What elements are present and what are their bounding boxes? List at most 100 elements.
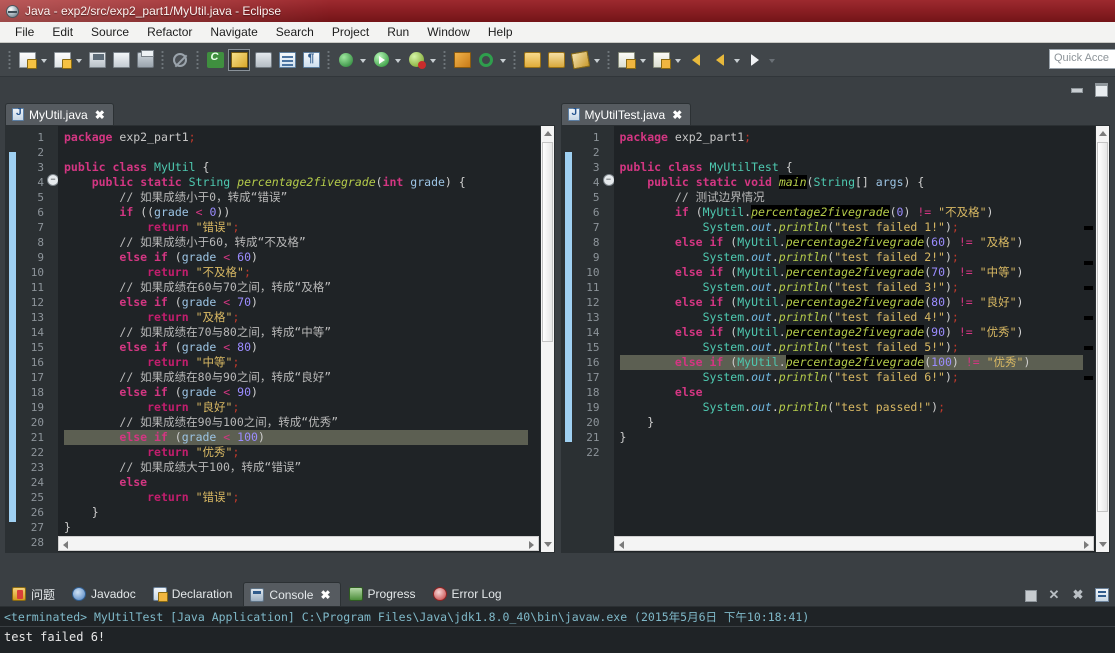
code-line[interactable]: return "中等"; — [64, 355, 528, 370]
fold-toggle[interactable] — [602, 174, 615, 190]
code-line[interactable]: // 如果成绩在90与100之间，转成“优秀” — [64, 415, 528, 430]
overview-ruler-right[interactable] — [1083, 126, 1095, 552]
block-selection-button[interactable] — [276, 49, 298, 71]
coverage-dropdown[interactable] — [498, 49, 509, 71]
last-edit-dropdown[interactable] — [673, 49, 684, 71]
new-java-project-button[interactable] — [51, 49, 73, 71]
new-junit-test-button[interactable] — [451, 49, 473, 71]
menu-item-navigate[interactable]: Navigate — [201, 23, 266, 41]
tab-javadoc[interactable]: Javadoc — [66, 582, 145, 606]
code-line[interactable]: public static void main(String[] args) { — [620, 175, 1084, 190]
code-line[interactable]: else if (grade < 90) — [64, 385, 528, 400]
back-dropdown[interactable] — [732, 49, 743, 71]
save-button[interactable] — [86, 49, 108, 71]
tab-declaration[interactable]: Declaration — [147, 582, 242, 606]
code-line[interactable]: return "不及格"; — [64, 265, 528, 280]
code-line[interactable]: return "良好"; — [64, 400, 528, 415]
menu-item-edit[interactable]: Edit — [43, 23, 82, 41]
code-line[interactable]: else if (grade < 60) — [64, 250, 528, 265]
code-line[interactable]: public static String percentage2fivegrad… — [64, 175, 528, 190]
external-tools-button[interactable] — [405, 49, 427, 71]
fold-bar-right[interactable] — [602, 126, 615, 552]
console-view[interactable]: <terminated> MyUtilTest [Java Applicatio… — [0, 606, 1115, 653]
code-line[interactable]: } — [64, 505, 528, 520]
code-content-right[interactable]: package exp2_part1; public class MyUtilT… — [613, 126, 1084, 552]
quick-access-input[interactable]: Quick Acce — [1049, 49, 1115, 69]
open-task-button[interactable] — [545, 49, 567, 71]
ruler-marker[interactable] — [1084, 286, 1093, 290]
debug-dropdown[interactable] — [358, 49, 369, 71]
toolbar-grip[interactable] — [7, 49, 12, 70]
tab-progress[interactable]: Progress — [343, 582, 425, 606]
code-line[interactable]: return "及格"; — [64, 310, 528, 325]
code-line[interactable]: } — [620, 415, 1084, 430]
ruler-marker[interactable] — [1084, 261, 1093, 265]
code-line[interactable] — [64, 145, 528, 160]
code-line[interactable]: return "错误"; — [64, 490, 528, 505]
debug-button[interactable] — [335, 49, 357, 71]
back-button[interactable] — [709, 49, 731, 71]
code-line[interactable]: package exp2_part1; — [620, 130, 1084, 145]
code-line[interactable]: System.out.println("test failed 6!"); — [620, 370, 1084, 385]
show-whitespace-button[interactable] — [300, 49, 322, 71]
toolbar-grip-4[interactable] — [326, 49, 331, 70]
scroll-up-arrow-icon[interactable] — [543, 131, 552, 136]
menu-item-window[interactable]: Window — [418, 23, 479, 41]
scroll-right-arrow-icon[interactable] — [528, 541, 534, 549]
menu-item-search[interactable]: Search — [267, 23, 323, 41]
close-icon[interactable]: ✖ — [320, 588, 330, 602]
scroll-left-arrow-icon[interactable] — [618, 541, 624, 549]
toolbar-grip-5[interactable] — [442, 49, 447, 70]
scroll-up-arrow-icon[interactable] — [1099, 131, 1107, 136]
vertical-scrollbar-left[interactable] — [539, 126, 554, 552]
print-button[interactable] — [134, 49, 156, 71]
code-line[interactable]: } — [64, 520, 528, 535]
toolbar-grip-2[interactable] — [160, 49, 165, 70]
minimize-icon[interactable] — [1069, 81, 1083, 95]
code-line[interactable]: // 如果成绩在60与70之间，转成“及格” — [64, 280, 528, 295]
menu-item-help[interactable]: Help — [479, 23, 522, 41]
code-line[interactable]: return "优秀"; — [64, 445, 528, 460]
run-button[interactable] — [370, 49, 392, 71]
scroll-down-arrow-icon[interactable] — [543, 542, 552, 547]
code-line[interactable]: System.out.println("test passed!"); — [620, 400, 1084, 415]
code-line[interactable]: System.out.println("test failed 3!"); — [620, 280, 1084, 295]
open-type-button[interactable] — [521, 49, 543, 71]
menu-item-run[interactable]: Run — [378, 23, 418, 41]
fold-toggle[interactable] — [47, 174, 59, 190]
code-line[interactable]: // 如果成绩在70与80之间，转成“中等” — [64, 325, 528, 340]
code-line[interactable]: System.out.println("test failed 1!"); — [620, 220, 1084, 235]
run-dropdown[interactable] — [393, 49, 404, 71]
toolbar-grip-6[interactable] — [512, 49, 517, 70]
coverage-button[interactable] — [475, 49, 497, 71]
code-line[interactable]: System.out.println("test failed 4!"); — [620, 310, 1084, 325]
fold-bar-left[interactable] — [47, 126, 59, 552]
new-class-button[interactable] — [204, 49, 226, 71]
tab-myutiltest-java[interactable]: MyUtilTest.java ✖ — [560, 103, 692, 125]
code-line[interactable]: else if (MyUtil.percentage2fivegrade(60)… — [620, 235, 1084, 250]
menu-item-refactor[interactable]: Refactor — [138, 23, 201, 41]
scroll-down-arrow-icon[interactable] — [1099, 542, 1107, 547]
code-line[interactable]: public class MyUtil { — [64, 160, 528, 175]
skip-breakpoints-button[interactable] — [169, 49, 191, 71]
previous-annotation-button[interactable] — [685, 49, 707, 71]
search-button[interactable] — [252, 49, 274, 71]
forward-button[interactable] — [744, 49, 766, 71]
close-all-icon[interactable]: ✖ — [1071, 588, 1085, 602]
tab-error-log[interactable]: Error Log — [427, 582, 511, 606]
java-perspective-button[interactable] — [228, 48, 250, 71]
overview-ruler-left[interactable] — [527, 126, 540, 552]
annotate-dropdown[interactable] — [592, 49, 603, 71]
menu-item-project[interactable]: Project — [323, 23, 378, 41]
new-project-dropdown[interactable] — [74, 49, 85, 71]
ruler-marker[interactable] — [1084, 316, 1093, 320]
code-editor-left[interactable]: 1 2 3 4 5 6 7 8 9 10 11 12 13 14 15 16 17 18 19 20 21 22 23 24 2… — [5, 125, 555, 553]
tab-myutil-java[interactable]: MyUtil.java ✖ — [5, 103, 114, 125]
tab-console[interactable]: Console ✖ — [243, 582, 341, 606]
new-wizard-button[interactable] — [16, 49, 38, 71]
stop-icon[interactable] — [1023, 588, 1037, 602]
code-line[interactable]: else if (MyUtil.percentage2fivegrade(80)… — [620, 295, 1084, 310]
horizontal-scrollbar-left[interactable] — [58, 536, 539, 551]
code-line[interactable]: else if (MyUtil.percentage2fivegrade(90)… — [620, 325, 1084, 340]
code-line[interactable]: // 如果成绩小于0，转成“错误” — [64, 190, 528, 205]
